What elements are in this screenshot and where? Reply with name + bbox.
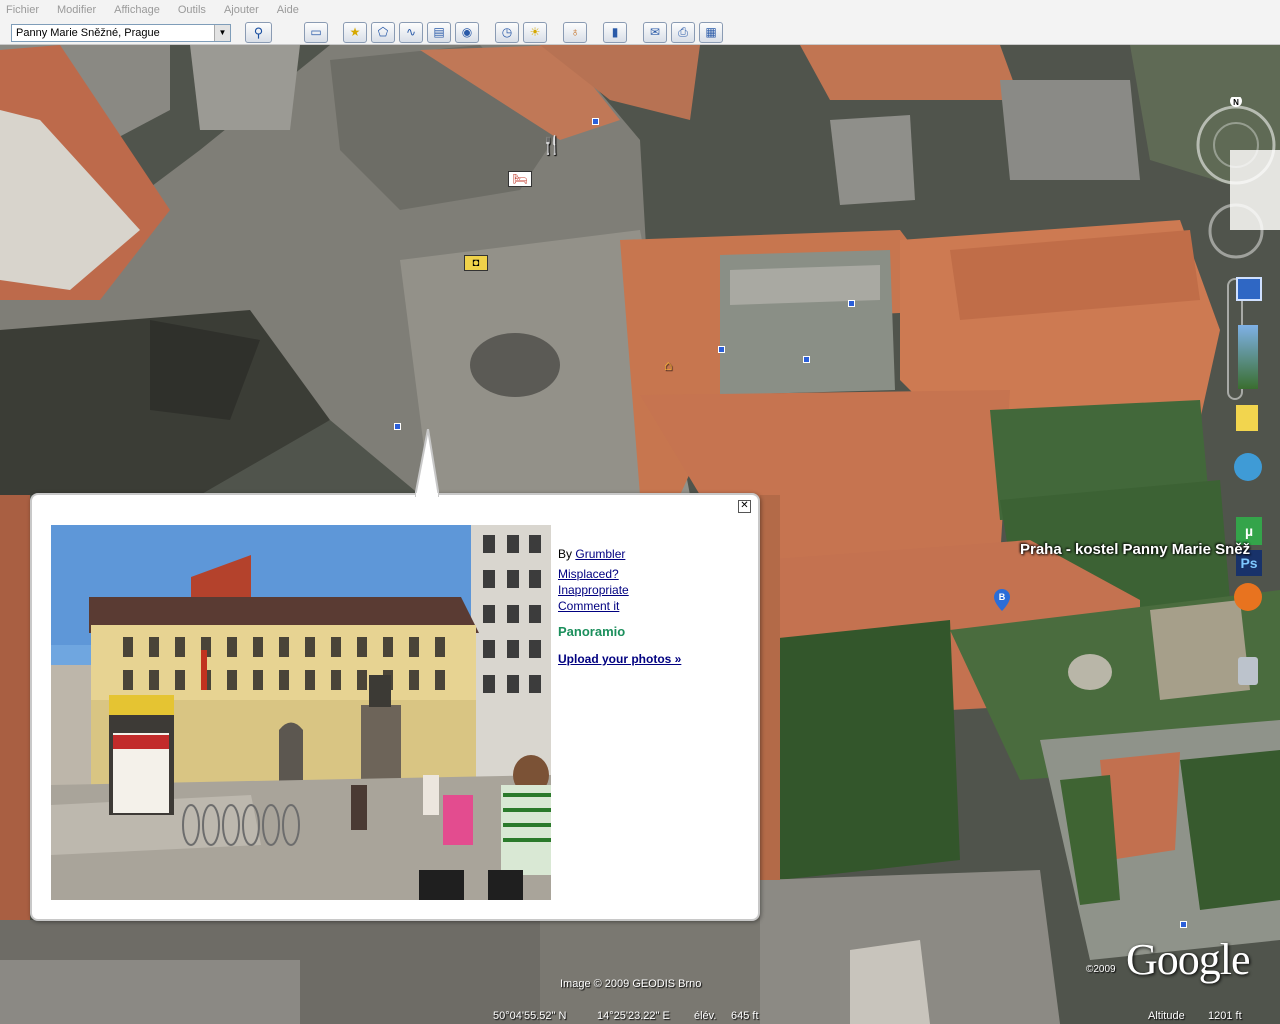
sunlight-button[interactable]: ☀ xyxy=(523,22,547,43)
placemark-icon: ★ xyxy=(349,25,361,39)
panoramio-logo[interactable]: Panoramio xyxy=(558,624,625,639)
elevation-readout: 645 ft xyxy=(731,1010,759,1022)
record-tour-button[interactable]: ◉ xyxy=(455,22,479,43)
sidebar-toggle-button[interactable]: ▭ xyxy=(304,22,328,43)
add-placemark-button[interactable]: ★ xyxy=(343,22,367,43)
path-icon: ∿ xyxy=(405,25,417,39)
polygon-icon: ⬠ xyxy=(377,25,389,39)
add-path-button[interactable]: ∿ xyxy=(399,22,423,43)
balloon-pointer xyxy=(415,429,439,497)
author-link[interactable]: Grumbler xyxy=(575,547,625,561)
images-icon xyxy=(1238,325,1258,389)
email-icon: ✉ xyxy=(649,25,661,39)
poi-marker[interactable] xyxy=(592,118,599,125)
menu-file[interactable]: Fichier xyxy=(6,4,39,16)
imagery-copyright: Image © 2009 GEODIS Brno xyxy=(560,978,702,990)
close-icon[interactable]: ✕ xyxy=(738,500,751,513)
folder-icon xyxy=(1236,405,1258,431)
placemark-label[interactable]: Praha - kostel Panny Marie Sněž xyxy=(1020,541,1250,558)
chevron-down-icon[interactable]: ▼ xyxy=(214,25,230,41)
poi-marker[interactable] xyxy=(1180,921,1187,928)
sunlight-icon: ☀ xyxy=(529,25,541,39)
sidebar-toggle-icon: ▭ xyxy=(310,25,322,39)
menu-help[interactable]: Aide xyxy=(277,4,299,16)
poi-marker[interactable] xyxy=(718,346,725,353)
move-ring[interactable] xyxy=(1208,203,1264,259)
hotel-icon[interactable]: 🛏 xyxy=(508,171,532,187)
altitude-readout: 1201 ft xyxy=(1208,1010,1242,1022)
recycle-bin-icon xyxy=(1238,657,1258,685)
toolbar: Panny Marie Sněžné, Prague ▼ ⚲ ▭ ★ ⬠ ∿ ▤… xyxy=(0,20,1280,45)
inappropriate-link[interactable]: Inappropriate xyxy=(558,583,629,597)
print-button[interactable]: ⎙ xyxy=(671,22,695,43)
poi-marker[interactable] xyxy=(848,300,855,307)
status-bar: 50°04'55.52" N 14°25'23.22" E élév. 645 … xyxy=(0,1008,1280,1024)
by-label: By xyxy=(558,547,573,561)
firefox-icon xyxy=(1234,583,1262,611)
historical-imagery-button[interactable]: ◷ xyxy=(495,22,519,43)
view-in-maps-icon: ▦ xyxy=(705,25,717,39)
ruler-icon: ▮ xyxy=(611,25,619,39)
add-polygon-button[interactable]: ⬠ xyxy=(371,22,395,43)
comment-row: Comment it xyxy=(558,598,629,614)
google-logo: Google xyxy=(1126,935,1251,984)
ruler-button[interactable]: ▮ xyxy=(603,22,627,43)
longitude-readout: 14°25'23.22" E xyxy=(597,1010,670,1022)
search-value: Panny Marie Sněžné, Prague xyxy=(16,27,160,39)
record-tour-icon: ◉ xyxy=(461,25,473,39)
image-overlay-icon: ▤ xyxy=(433,25,445,39)
svg-text:B: B xyxy=(999,592,1006,602)
poi-marker[interactable] xyxy=(803,356,810,363)
search-icon: ⚲ xyxy=(253,25,264,40)
poi-marker[interactable] xyxy=(394,423,401,430)
church-icon[interactable]: ⌂ xyxy=(664,357,672,373)
print-icon: ⎙ xyxy=(678,25,688,39)
latitude-readout: 50°04'55.52" N xyxy=(493,1010,567,1022)
search-button[interactable]: ⚲ xyxy=(245,22,272,43)
switch-sky-icon: ♁ xyxy=(570,25,580,39)
panoramio-photo[interactable] xyxy=(51,525,551,900)
google-earth-window: Fichier Modifier Affichage Outils Ajoute… xyxy=(0,0,1280,1024)
itunes-icon xyxy=(1234,453,1262,481)
elevation-label: élév. xyxy=(694,1010,717,1022)
google-copyright-year: ©2009 xyxy=(1086,964,1116,975)
misplaced-link[interactable]: Misplaced? xyxy=(558,567,619,581)
menu-add[interactable]: Ajouter xyxy=(224,4,259,16)
altitude-label: Altitude xyxy=(1148,1010,1185,1022)
comment-link[interactable]: Comment it xyxy=(558,599,619,613)
inappropriate-row: Inappropriate xyxy=(558,582,629,598)
computer-icon xyxy=(1236,277,1262,301)
photo-icon[interactable]: ◘ xyxy=(464,255,488,271)
switch-sky-button[interactable]: ♁ xyxy=(563,22,587,43)
menu-edit[interactable]: Modifier xyxy=(57,4,96,16)
search-input[interactable]: Panny Marie Sněžné, Prague ▼ xyxy=(11,24,231,42)
author-line: By Grumbler xyxy=(558,546,629,562)
email-button[interactable]: ✉ xyxy=(643,22,667,43)
historical-imagery-icon: ◷ xyxy=(501,25,513,39)
menu-tools[interactable]: Outils xyxy=(178,4,206,16)
placemark-pin-icon[interactable]: B xyxy=(994,589,1010,611)
add-image-overlay-button[interactable]: ▤ xyxy=(427,22,451,43)
menu-bar: Fichier Modifier Affichage Outils Ajoute… xyxy=(0,0,1280,20)
restaurant-icon[interactable]: 🍴 xyxy=(540,135,562,156)
view-in-maps-button[interactable]: ▦ xyxy=(699,22,723,43)
upload-photos-link[interactable]: Upload your photos » xyxy=(558,652,681,666)
menu-view[interactable]: Affichage xyxy=(114,4,160,16)
look-ring[interactable] xyxy=(1196,105,1276,185)
north-indicator: N xyxy=(1233,98,1239,107)
misplaced-row: Misplaced? xyxy=(558,566,629,582)
balloon-actions: By Grumbler Misplaced? Inappropriate Com… xyxy=(558,546,629,614)
